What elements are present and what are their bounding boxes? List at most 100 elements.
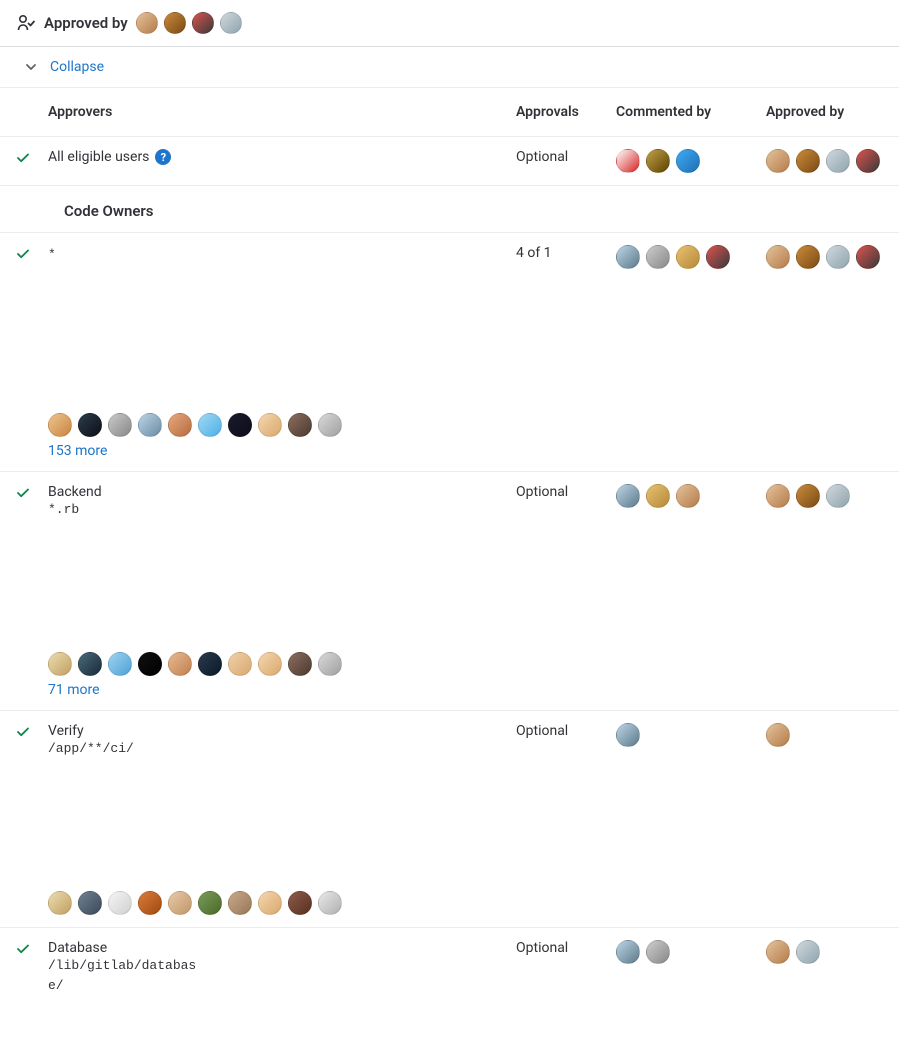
approvals-cell: Optional (516, 723, 616, 739)
approved-avatars (766, 940, 886, 964)
col-approvals: Approvals (516, 104, 616, 120)
approvers-avatars: 153 more (48, 413, 344, 459)
avatar[interactable] (288, 413, 312, 437)
avatar[interactable] (228, 413, 252, 437)
commented-avatars (616, 723, 766, 747)
approval-header: Approved by (0, 0, 899, 47)
avatar[interactable] (138, 652, 162, 676)
status-check-icon (16, 245, 48, 265)
avatar[interactable] (318, 413, 342, 437)
avatar[interactable] (168, 413, 192, 437)
avatar[interactable] (826, 245, 850, 269)
commented-avatars (616, 940, 766, 964)
avatar[interactable] (616, 245, 640, 269)
approval-check-icon (16, 13, 36, 33)
rule-path: * (48, 245, 198, 265)
avatar[interactable] (228, 891, 252, 915)
commented-avatars (616, 484, 766, 508)
approvals-cell: 4 of 1 (516, 245, 616, 261)
avatar[interactable] (318, 891, 342, 915)
avatar[interactable] (646, 940, 670, 964)
approvals-cell: Optional (516, 149, 616, 165)
avatar[interactable] (706, 245, 730, 269)
avatar[interactable] (48, 652, 72, 676)
avatar[interactable] (826, 149, 850, 173)
avatar[interactable] (318, 652, 342, 676)
avatar[interactable] (136, 12, 158, 34)
avatar[interactable] (108, 652, 132, 676)
avatar[interactable] (616, 149, 640, 173)
approvers-table-head: Approvers Approvals Commented by Approve… (0, 88, 899, 137)
avatar[interactable] (138, 891, 162, 915)
approval-header-title: Approved by (44, 14, 128, 32)
avatar[interactable] (108, 413, 132, 437)
collapse-row: Collapse (0, 47, 899, 88)
avatar[interactable] (108, 891, 132, 915)
rule-path: /lib/gitlab/database/ (48, 956, 198, 995)
col-approvers: Approvers (48, 104, 516, 120)
avatar[interactable] (198, 413, 222, 437)
avatar[interactable] (766, 149, 790, 173)
avatar[interactable] (646, 149, 670, 173)
avatar[interactable] (796, 149, 820, 173)
chevron-down-icon[interactable] (24, 60, 38, 74)
more-link[interactable]: 71 more (48, 682, 100, 698)
commented-avatars (616, 149, 766, 173)
avatar[interactable] (676, 484, 700, 508)
rule-name-label: All eligible users (48, 149, 149, 165)
avatar[interactable] (138, 413, 162, 437)
avatar[interactable] (796, 245, 820, 269)
avatar[interactable] (766, 245, 790, 269)
avatar[interactable] (766, 940, 790, 964)
avatar[interactable] (168, 891, 192, 915)
avatar[interactable] (258, 413, 282, 437)
status-check-icon (16, 484, 48, 504)
avatar[interactable] (228, 652, 252, 676)
avatar[interactable] (192, 12, 214, 34)
avatar[interactable] (48, 413, 72, 437)
col-commented: Commented by (616, 104, 766, 120)
rule-row-star: * 153 more 4 of 1 (0, 233, 899, 472)
avatar[interactable] (856, 245, 880, 269)
avatar[interactable] (616, 723, 640, 747)
collapse-link[interactable]: Collapse (50, 59, 104, 75)
avatar[interactable] (766, 723, 790, 747)
avatar[interactable] (78, 891, 102, 915)
approved-avatars (766, 245, 886, 269)
avatar[interactable] (646, 245, 670, 269)
avatar[interactable] (766, 484, 790, 508)
rule-name-label: Verify (48, 723, 84, 739)
avatar[interactable] (164, 12, 186, 34)
approvals-cell: Optional (516, 484, 616, 500)
avatar[interactable] (796, 940, 820, 964)
rule-row-eligible: All eligible users ? Optional (0, 137, 899, 186)
avatar[interactable] (616, 484, 640, 508)
avatar[interactable] (220, 12, 242, 34)
avatar[interactable] (78, 413, 102, 437)
avatar[interactable] (796, 484, 820, 508)
avatar[interactable] (856, 149, 880, 173)
avatar[interactable] (168, 652, 192, 676)
avatar[interactable] (676, 149, 700, 173)
avatar[interactable] (198, 652, 222, 676)
rule-row-database: Database /lib/gitlab/database/ 7 more Op… (0, 928, 899, 1058)
col-approved: Approved by (766, 104, 886, 120)
avatar[interactable] (288, 891, 312, 915)
more-link[interactable]: 153 more (48, 443, 107, 459)
avatar[interactable] (676, 245, 700, 269)
status-check-icon (16, 149, 48, 169)
avatar[interactable] (288, 652, 312, 676)
rule-path: *.rb (48, 500, 198, 520)
avatar[interactable] (48, 891, 72, 915)
approved-avatars (766, 484, 886, 508)
avatar[interactable] (78, 652, 102, 676)
avatar[interactable] (826, 484, 850, 508)
avatar[interactable] (258, 652, 282, 676)
avatar[interactable] (646, 484, 670, 508)
avatar[interactable] (616, 940, 640, 964)
avatar[interactable] (258, 891, 282, 915)
approved-avatars (766, 723, 886, 747)
avatar[interactable] (198, 891, 222, 915)
help-icon[interactable]: ? (155, 149, 171, 165)
rule-name-label: Backend (48, 484, 102, 500)
